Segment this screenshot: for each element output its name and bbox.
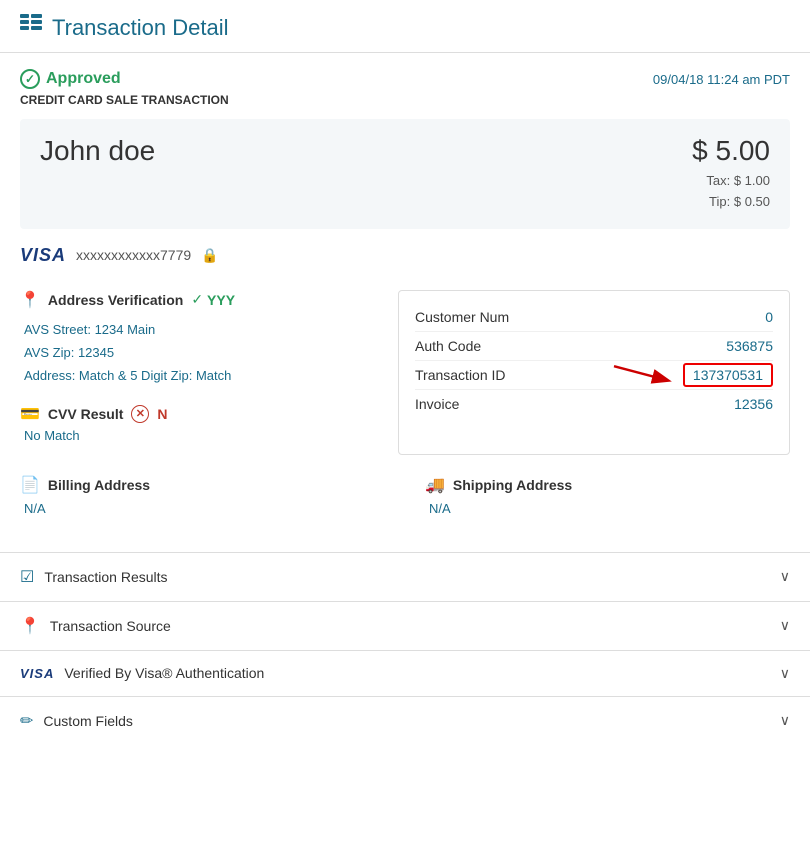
sub-amounts: Tax: $ 1.00 Tip: $ 0.50	[692, 171, 770, 213]
billing-value: N/A	[24, 501, 385, 516]
pin-icon: 📍	[20, 616, 40, 636]
left-details: 📍 Address Verification ✓ YYY AVS Street:…	[20, 290, 378, 455]
auth-code-value: 536875	[726, 338, 773, 354]
status-row: ✓ Approved 09/04/18 11:24 am PDT	[20, 69, 790, 89]
avs-match: Address: Match & 5 Digit Zip: Match	[24, 364, 378, 387]
cvv-section: 💳 CVV Result ✕ N No Match	[20, 404, 378, 443]
avs-title: Address Verification	[48, 292, 183, 308]
accordion-visa-header[interactable]: VISA Verified By Visa® Authentication ∨	[0, 651, 810, 696]
customer-num-label: Customer Num	[415, 309, 509, 325]
invoice-label: Invoice	[415, 396, 459, 412]
billing-title: Billing Address	[48, 477, 150, 493]
timestamp: 09/04/18 11:24 am PDT	[653, 72, 790, 87]
details-grid: 📍 Address Verification ✓ YYY AVS Street:…	[20, 290, 790, 455]
auth-code-row: Auth Code 536875	[415, 332, 773, 361]
main-content: ✓ Approved 09/04/18 11:24 am PDT CREDIT …	[0, 53, 810, 552]
accordion-source-left: 📍 Transaction Source	[20, 616, 171, 636]
lock-icon: 🔒	[201, 247, 218, 264]
checkmark-icon: ☑	[20, 567, 34, 587]
customer-num-value: 0	[765, 309, 773, 325]
address-row: 📄 Billing Address N/A 🚚 Shipping Address…	[20, 475, 790, 516]
chevron-down-icon-visa: ∨	[780, 665, 790, 682]
cvv-result: N	[157, 406, 167, 422]
tip-amount: Tip: $ 0.50	[692, 192, 770, 213]
amount-area: $ 5.00 Tax: $ 1.00 Tip: $ 0.50	[692, 135, 770, 213]
avs-result: YYY	[207, 292, 235, 308]
chevron-down-icon-results: ∨	[780, 568, 790, 585]
auth-code-label: Auth Code	[415, 338, 481, 354]
custom-fields-label: Custom Fields	[43, 713, 132, 729]
accordion-results-left: ☑ Transaction Results	[20, 567, 168, 587]
grid-icon	[20, 14, 42, 42]
shipping-header: 🚚 Shipping Address	[425, 475, 790, 495]
billing-header: 📄 Billing Address	[20, 475, 385, 495]
card-info-row: VISA xxxxxxxxxxxx7779 🔒	[20, 245, 790, 274]
main-amount: $ 5.00	[692, 135, 770, 167]
transaction-id-wrapper: 137370531	[683, 367, 773, 383]
cvv-header: 💳 CVV Result ✕ N	[20, 404, 378, 424]
transaction-id-row: Transaction ID 137370531	[415, 361, 773, 390]
transaction-results-label: Transaction Results	[44, 569, 167, 585]
cvv-match-status: No Match	[24, 428, 378, 443]
avs-details: AVS Street: 1234 Main AVS Zip: 12345 Add…	[24, 318, 378, 388]
map-pin-icon: 📍	[20, 290, 40, 310]
avs-street: AVS Street: 1234 Main	[24, 318, 378, 341]
billing-icon: 📄	[20, 475, 40, 495]
accordion-visa-auth: VISA Verified By Visa® Authentication ∨	[0, 650, 810, 696]
accordion-visa-left: VISA Verified By Visa® Authentication	[20, 665, 264, 681]
cvv-card-icon: 💳	[20, 404, 40, 424]
tax-amount: Tax: $ 1.00	[692, 171, 770, 192]
avs-zip: AVS Zip: 12345	[24, 341, 378, 364]
transaction-id-value: 137370531	[683, 363, 773, 387]
chevron-down-icon-custom: ∨	[780, 712, 790, 729]
cvv-x-icon: ✕	[131, 405, 149, 423]
transaction-type: CREDIT CARD SALE TRANSACTION	[20, 93, 790, 107]
accordion-custom-header[interactable]: ✏ Custom Fields ∨	[0, 697, 810, 745]
right-details: Customer Num 0 Auth Code 536875 Transact…	[398, 290, 790, 455]
chevron-down-icon-source: ∨	[780, 617, 790, 634]
yyy-badge: ✓ YYY	[191, 291, 235, 308]
accordion-custom-left: ✏ Custom Fields	[20, 711, 133, 731]
visa-auth-label: Verified By Visa® Authentication	[64, 665, 264, 681]
accordion-source-header[interactable]: 📍 Transaction Source ∨	[0, 602, 810, 650]
customer-card: John doe $ 5.00 Tax: $ 1.00 Tip: $ 0.50	[20, 119, 790, 229]
approved-label: Approved	[46, 70, 121, 88]
accordion-transaction-results: ☑ Transaction Results ∨	[0, 552, 810, 601]
shipping-value: N/A	[429, 501, 790, 516]
avs-check-icon: ✓	[191, 291, 203, 308]
accordion-results-header[interactable]: ☑ Transaction Results ∨	[0, 553, 810, 601]
accordion-custom-fields: ✏ Custom Fields ∨	[0, 696, 810, 745]
page-title: Transaction Detail	[52, 15, 228, 41]
shipping-truck-icon: 🚚	[425, 475, 445, 495]
transaction-source-label: Transaction Source	[50, 618, 171, 634]
customer-num-row: Customer Num 0	[415, 303, 773, 332]
avs-header: 📍 Address Verification ✓ YYY	[20, 290, 378, 310]
card-number: xxxxxxxxxxxx7779	[76, 247, 191, 263]
invoice-row: Invoice 12356	[415, 390, 773, 418]
pencil-icon: ✏	[20, 711, 33, 731]
customer-name: John doe	[40, 135, 155, 167]
accordion-transaction-source: 📍 Transaction Source ∨	[0, 601, 810, 650]
visa-logo: VISA	[20, 245, 66, 266]
cvv-title: CVV Result	[48, 406, 123, 422]
page-header: Transaction Detail	[0, 0, 810, 53]
approved-badge: ✓ Approved	[20, 69, 121, 89]
shipping-section: 🚚 Shipping Address N/A	[425, 475, 790, 516]
transaction-id-label: Transaction ID	[415, 367, 506, 383]
billing-section: 📄 Billing Address N/A	[20, 475, 385, 516]
shipping-title: Shipping Address	[453, 477, 572, 493]
approved-check-icon: ✓	[20, 69, 40, 89]
accordion-container: ☑ Transaction Results ∨ 📍 Transaction So…	[0, 552, 810, 745]
invoice-value: 12356	[734, 396, 773, 412]
visa-auth-logo: VISA	[20, 666, 54, 681]
red-arrow-icon	[609, 358, 679, 386]
